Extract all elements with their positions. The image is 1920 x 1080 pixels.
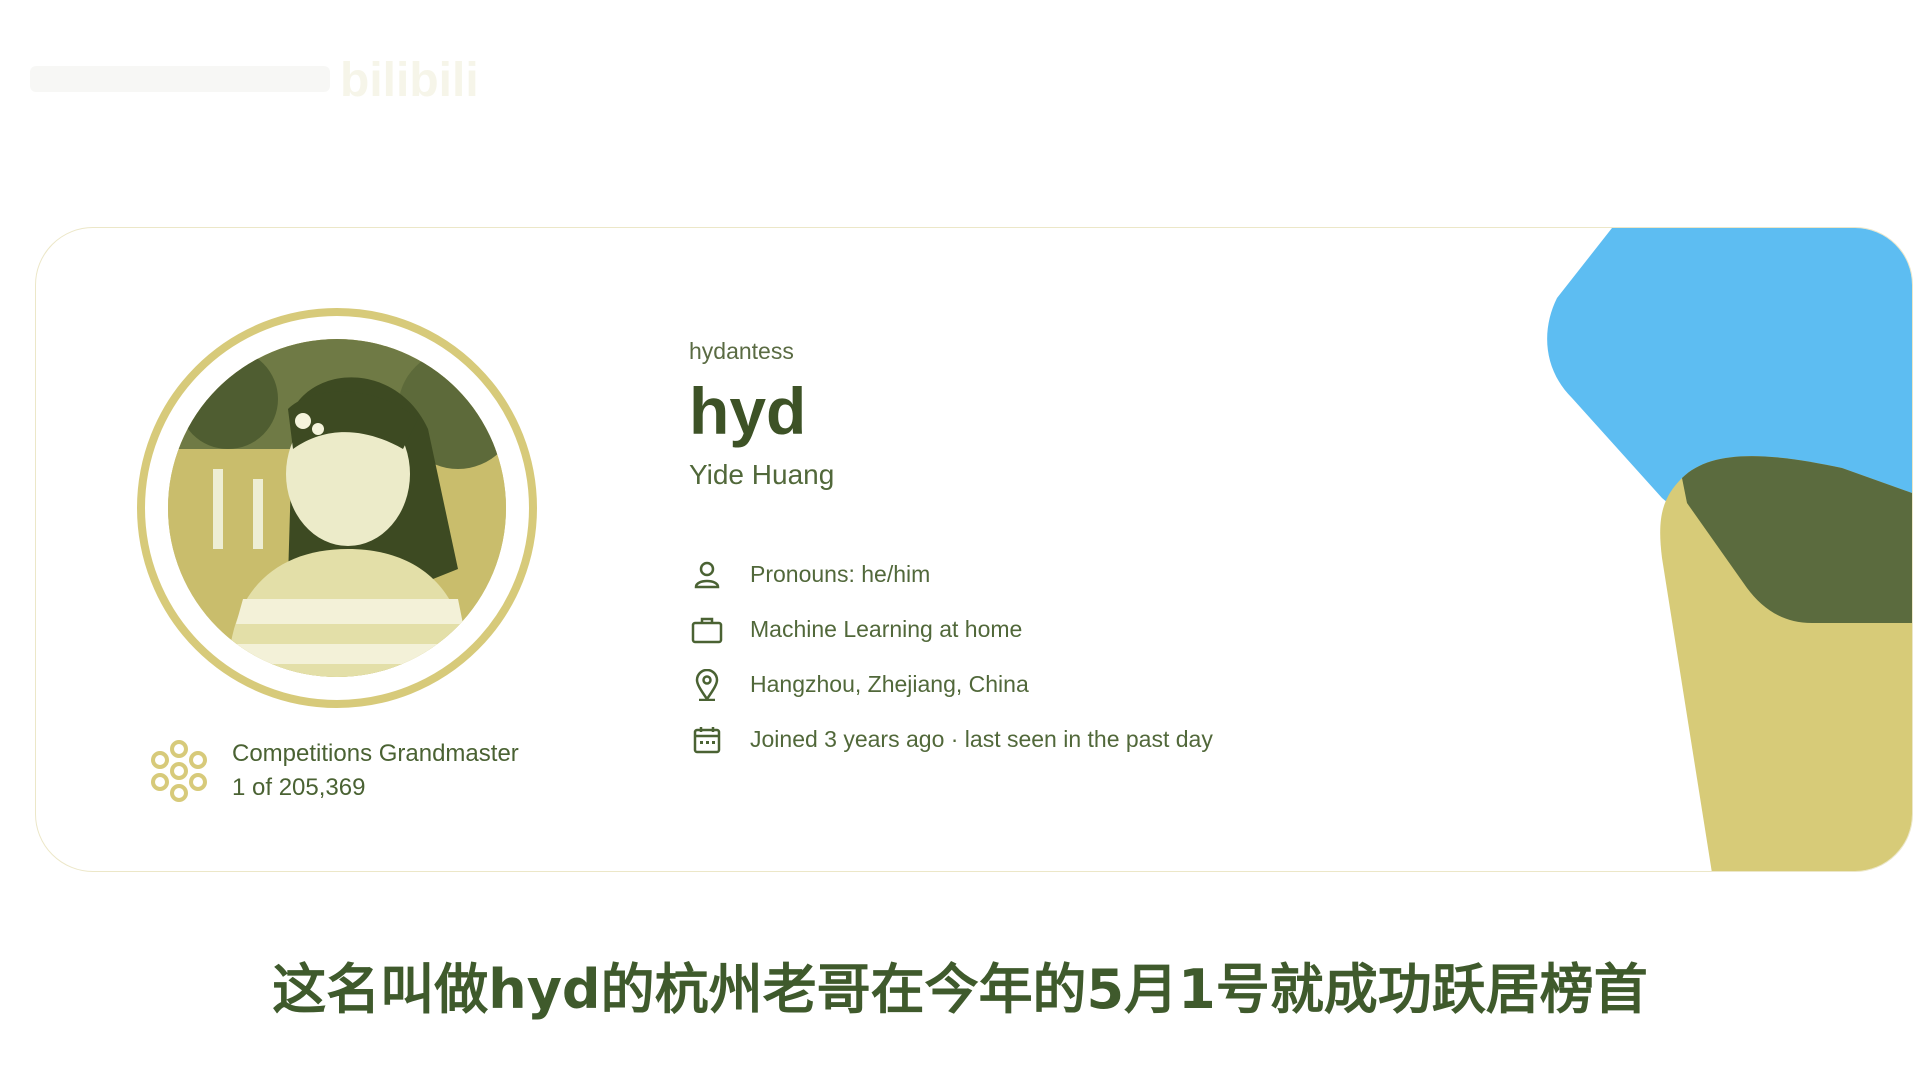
detail-location: Hangzhou, Zhejiang, China xyxy=(689,657,1213,712)
username: hydantess xyxy=(689,338,794,364)
bilibili-watermark: bilibili xyxy=(30,54,479,107)
profile-photo xyxy=(168,339,506,677)
calendar-icon xyxy=(689,722,725,758)
profile-info: hydantess hyd Yide Huang Pronouns: he/hi… xyxy=(689,338,1213,767)
decorative-shapes xyxy=(1547,228,1912,871)
grandmaster-badge-icon xyxy=(151,740,207,802)
detail-text: Pronouns: he/him xyxy=(750,561,931,587)
profile-details: Pronouns: he/him Machine Learning at hom… xyxy=(689,547,1213,767)
profile-card: Competitions Grandmaster 1 of 205,369 hy… xyxy=(35,227,1913,872)
avatar[interactable] xyxy=(168,339,506,677)
detail-occupation: Machine Learning at home xyxy=(689,602,1213,657)
person-icon xyxy=(689,557,725,593)
tier-title: Competitions Grandmaster xyxy=(232,740,519,767)
detail-pronouns: Pronouns: he/him xyxy=(689,547,1213,602)
location-pin-icon xyxy=(689,667,725,703)
avatar-ring xyxy=(137,308,537,708)
tier-rank: 1 of 205,369 xyxy=(232,774,366,801)
svg-text:bilibili: bilibili xyxy=(340,54,479,107)
video-caption: 这名叫做hyd的杭州老哥在今年的5月1号就成功跃居榜首 xyxy=(272,958,1648,1021)
detail-text: Machine Learning at home xyxy=(750,616,1023,642)
display-name: hyd xyxy=(689,374,807,448)
detail-joined: Joined 3 years ago · last seen in the pa… xyxy=(689,712,1213,767)
briefcase-icon xyxy=(689,612,725,648)
real-name: Yide Huang xyxy=(689,459,835,490)
competition-tier: Competitions Grandmaster 1 of 205,369 xyxy=(144,736,519,806)
detail-text: Joined 3 years ago · last seen in the pa… xyxy=(750,726,1213,752)
detail-text: Hangzhou, Zhejiang, China xyxy=(750,671,1029,697)
